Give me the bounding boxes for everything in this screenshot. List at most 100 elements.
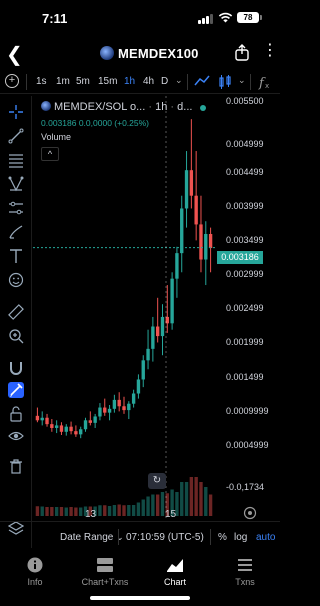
tab-label: Chart bbox=[163, 577, 186, 587]
trend-line-icon[interactable] bbox=[8, 128, 24, 144]
pattern-icon[interactable] bbox=[8, 176, 24, 192]
lock-icon[interactable] bbox=[8, 406, 24, 422]
split-chart-icon bbox=[97, 558, 113, 572]
auto-scale-toggle[interactable]: auto bbox=[256, 532, 275, 543]
reset-chart-button[interactable]: ↻ bbox=[148, 473, 166, 489]
timeframe-5m[interactable]: 5m bbox=[76, 76, 90, 87]
info-icon bbox=[27, 557, 43, 573]
candle-body bbox=[204, 233, 208, 260]
price-axis-label: 0.0004999 bbox=[226, 440, 269, 450]
candles-chart-type-icon[interactable] bbox=[218, 74, 232, 90]
collapse-legend-button[interactable]: ^ bbox=[41, 147, 59, 161]
svg-text:x: x bbox=[265, 82, 269, 90]
legend-source: d... bbox=[177, 101, 193, 113]
tab-info[interactable]: Info bbox=[0, 557, 70, 587]
date-range-button[interactable]: Date Range ⌄ bbox=[60, 532, 124, 543]
candle-body bbox=[35, 415, 40, 421]
trash-icon[interactable] bbox=[8, 458, 24, 474]
go-to-date-icon[interactable] bbox=[243, 506, 257, 520]
timeframe-15m[interactable]: 15m bbox=[98, 76, 117, 87]
candle-body bbox=[160, 316, 165, 337]
timeframe-1h[interactable]: 1h bbox=[124, 76, 135, 87]
toolbar-divider bbox=[26, 74, 27, 90]
tab-chart[interactable]: Chart bbox=[140, 557, 210, 587]
chevron-down-icon[interactable]: ⌄ bbox=[238, 75, 246, 86]
timeframe-1m[interactable]: 1m bbox=[56, 76, 70, 87]
add-symbol-button[interactable]: + bbox=[5, 74, 19, 88]
price-axis-label: 0.0009999 bbox=[226, 406, 269, 416]
volume-bar bbox=[204, 487, 208, 516]
tab-chart-txns[interactable]: Chart+Txns bbox=[70, 557, 140, 587]
indicators-icon[interactable]: f x bbox=[258, 74, 272, 90]
timeframe-1s[interactable]: 1s bbox=[36, 76, 47, 87]
candle-body bbox=[117, 399, 121, 407]
share-icon[interactable] bbox=[235, 44, 249, 61]
token-logo bbox=[41, 101, 51, 111]
timeframe-4h[interactable]: 4h bbox=[143, 76, 154, 87]
volume-bar bbox=[189, 477, 194, 516]
candle-body bbox=[141, 360, 145, 380]
text-tool-icon[interactable] bbox=[8, 248, 24, 264]
app-header: ❮ MEMDEX100 ⋮ bbox=[0, 38, 280, 70]
eye-icon[interactable] bbox=[8, 428, 24, 444]
price-axis-label: 0.002999 bbox=[226, 269, 264, 279]
zoom-in-icon[interactable] bbox=[8, 328, 24, 344]
list-icon bbox=[238, 559, 252, 571]
chart-toolbar: + 1s 1m 5m 15m 1h 4h D ⌄ ⌄ f x bbox=[0, 70, 280, 94]
volume-bar bbox=[131, 505, 136, 516]
candle-body bbox=[69, 426, 73, 432]
status-time: 7:11 bbox=[42, 11, 68, 26]
volume-bar bbox=[64, 507, 68, 516]
token-logo bbox=[100, 46, 114, 60]
volume-bar bbox=[40, 506, 44, 516]
wifi-icon bbox=[218, 12, 233, 23]
candle-body bbox=[199, 224, 203, 260]
brush-icon[interactable] bbox=[8, 224, 24, 240]
magnet-icon[interactable] bbox=[8, 360, 24, 376]
candle-body bbox=[103, 407, 107, 413]
timezone-clock[interactable]: 07:10:59 (UTC-5) bbox=[126, 532, 204, 543]
volume-bar bbox=[117, 504, 121, 516]
timeframe-D[interactable]: D bbox=[161, 76, 168, 87]
tab-label: Txns bbox=[235, 577, 255, 587]
volume-bar bbox=[74, 507, 78, 516]
candle-body bbox=[155, 326, 160, 337]
chart-pane[interactable]: MEMDEX/SOL o... · 1h · d... 0.003186 0.0… bbox=[33, 96, 280, 521]
ruler-icon[interactable] bbox=[8, 304, 24, 320]
candle-body bbox=[79, 429, 83, 435]
price-axis-label: 0.001499 bbox=[226, 372, 264, 382]
emoji-icon[interactable] bbox=[8, 272, 24, 288]
more-options-icon[interactable]: ⋮ bbox=[262, 40, 278, 60]
line-chart-type-icon[interactable] bbox=[194, 74, 210, 88]
live-status-dot bbox=[200, 105, 206, 111]
chevron-down-icon[interactable]: ⌄ bbox=[175, 75, 183, 86]
volume-bar bbox=[160, 492, 165, 516]
legend-symbol: MEMDEX/SOL o... bbox=[54, 101, 146, 113]
volume-bar bbox=[59, 507, 64, 516]
volume-bar bbox=[103, 505, 107, 516]
volume-bar bbox=[194, 477, 198, 516]
price-axis-label: 0.004999 bbox=[226, 139, 264, 149]
tab-txns[interactable]: Txns bbox=[210, 557, 280, 587]
candle-body bbox=[146, 348, 150, 361]
candle-body bbox=[127, 403, 131, 411]
time-axis-label: 15 bbox=[165, 509, 177, 520]
price-axis-label: -0.0,1734 bbox=[226, 482, 265, 492]
price-axis-label: 0.004499 bbox=[226, 167, 264, 177]
volume-bar bbox=[151, 494, 155, 516]
percent-scale-toggle[interactable]: % bbox=[218, 532, 227, 543]
back-button[interactable]: ❮ bbox=[6, 42, 23, 67]
price-axis-label: 0.003499 bbox=[226, 235, 264, 245]
cellular-signal-icon bbox=[198, 14, 214, 24]
candle-body bbox=[93, 416, 97, 423]
log-scale-toggle[interactable]: log bbox=[234, 532, 247, 543]
volume-bar bbox=[184, 482, 189, 516]
candle-body bbox=[98, 407, 102, 417]
candle-body bbox=[131, 393, 136, 404]
crosshair-icon[interactable] bbox=[8, 104, 24, 120]
candle-body bbox=[107, 408, 112, 413]
stay-in-drawing-mode-icon[interactable] bbox=[8, 382, 24, 398]
prediction-icon[interactable] bbox=[8, 200, 24, 216]
bottom-chart-bar: 13 15 Date Range ⌄ 07:10:59 (UTC-5) % lo… bbox=[0, 506, 280, 551]
fib-retracement-icon[interactable] bbox=[8, 152, 24, 168]
